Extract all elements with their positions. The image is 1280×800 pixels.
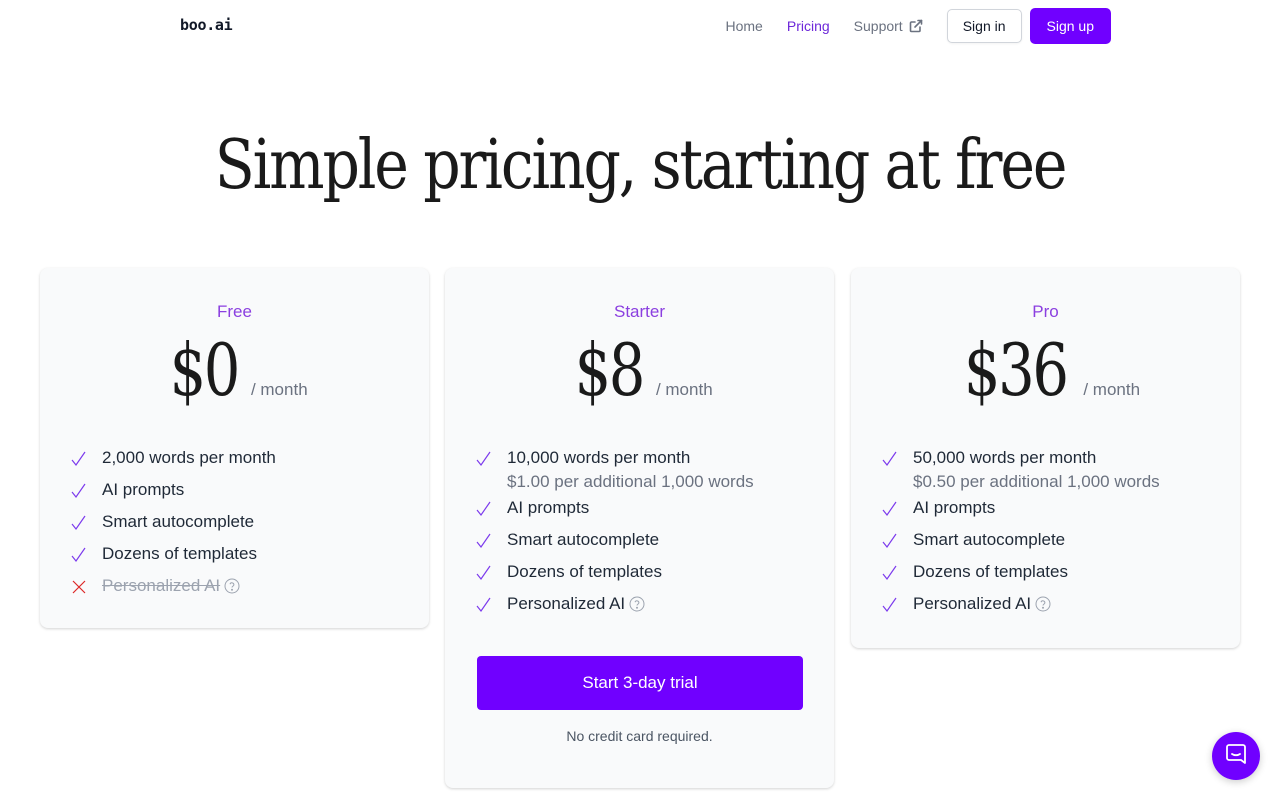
feature-label: Smart autocomplete: [913, 530, 1066, 549]
feature-item: AI prompts: [882, 498, 1160, 530]
external-link-icon: [909, 19, 923, 33]
top-nav: boo.ai Home Pricing Support Sign in Sign…: [0, 0, 1280, 52]
sign-in-button[interactable]: Sign in: [946, 9, 1022, 43]
plan-name: Pro: [1032, 302, 1059, 321]
feature-label: Personalized AI: [913, 594, 1032, 613]
plan-price: $8: [574, 328, 646, 412]
logo[interactable]: boo.ai: [180, 16, 233, 34]
cross-icon: [72, 580, 86, 594]
check-icon: [882, 597, 897, 613]
chat-launcher-button[interactable]: [1212, 732, 1260, 780]
start-trial-button[interactable]: Start 3-day trial: [477, 656, 803, 710]
help-icon[interactable]: [629, 596, 645, 612]
feature-item: Dozens of templates: [882, 562, 1160, 594]
feature-sublabel: $1.00 per additional 1,000 words: [507, 472, 754, 491]
check-icon: [882, 533, 897, 549]
feature-label: AI prompts: [102, 480, 185, 499]
feature-label: AI prompts: [913, 498, 996, 517]
check-icon: [476, 501, 491, 517]
plan-name: Starter: [613, 302, 666, 321]
check-icon: [71, 515, 86, 531]
check-icon: [476, 533, 491, 549]
feature-item: Dozens of templates: [476, 562, 754, 594]
help-icon[interactable]: [1035, 596, 1051, 612]
check-icon: [71, 451, 86, 467]
price-period: / month: [655, 380, 713, 399]
sign-up-button[interactable]: Sign up: [1029, 8, 1111, 44]
check-icon: [476, 597, 491, 613]
plan-price: $36: [963, 328, 1069, 412]
plan-card-free: Free $0 / month 2,000 words per month AI…: [40, 268, 429, 628]
feature-item: Personalized AI: [476, 594, 754, 626]
price-period: / month: [250, 380, 308, 399]
feature-item: Smart autocomplete: [71, 512, 276, 544]
nav-link-support-label: Support: [853, 18, 903, 34]
check-icon: [71, 483, 86, 499]
price-row: $0 / month: [40, 328, 429, 412]
check-icon: [882, 451, 897, 467]
feature-label: 50,000 words per month: [913, 448, 1097, 467]
feature-item: Smart autocomplete: [882, 530, 1160, 562]
help-icon[interactable]: [224, 578, 240, 594]
price-period: / month: [1083, 380, 1141, 399]
plan-name: Free: [217, 302, 252, 321]
check-icon: [882, 501, 897, 517]
feature-item: Smart autocomplete: [476, 530, 754, 562]
feature-item: AI prompts: [71, 480, 276, 512]
plan-card-starter: Starter $8 / month 10,000 words per mont…: [445, 268, 834, 788]
nav-link-support[interactable]: Support: [854, 18, 923, 34]
feature-item: AI prompts: [476, 498, 754, 530]
nav-links: Home Pricing Support Sign in Sign up: [726, 8, 1111, 44]
feature-list: 50,000 words per month $0.50 per additio…: [882, 448, 1160, 626]
feature-item-disabled: Personalized AI: [71, 576, 276, 608]
feature-list: 10,000 words per month $1.00 per additio…: [476, 448, 754, 626]
feature-label: Dozens of templates: [507, 562, 662, 581]
feature-item: 50,000 words per month $0.50 per additio…: [882, 448, 1160, 498]
feature-label: AI prompts: [507, 498, 590, 517]
nav-link-pricing[interactable]: Pricing: [787, 18, 830, 34]
chat-icon: [1224, 742, 1248, 771]
feature-label: 10,000 words per month: [507, 448, 691, 467]
plan-price: $0: [169, 328, 241, 412]
feature-sublabel: $0.50 per additional 1,000 words: [913, 472, 1160, 491]
feature-label: Smart autocomplete: [507, 530, 660, 549]
nav-link-home[interactable]: Home: [726, 18, 763, 34]
feature-label: Dozens of templates: [913, 562, 1068, 581]
page-title: Simple pricing, starting at free: [214, 126, 1068, 205]
cta-note: No credit card required.: [566, 728, 713, 744]
price-row: $36 / month: [851, 328, 1240, 412]
feature-label: Personalized AI: [102, 576, 221, 595]
feature-item: 2,000 words per month: [71, 448, 276, 480]
check-icon: [882, 565, 897, 581]
plan-card-pro: Pro $36 / month 50,000 words per month $…: [851, 268, 1240, 648]
feature-label: 2,000 words per month: [102, 448, 276, 467]
feature-list: 2,000 words per month AI prompts Smart a…: [71, 448, 276, 608]
feature-item: Personalized AI: [882, 594, 1160, 626]
check-icon: [476, 565, 491, 581]
feature-item: 10,000 words per month $1.00 per additio…: [476, 448, 754, 498]
check-icon: [71, 547, 86, 563]
feature-label: Dozens of templates: [102, 544, 257, 563]
check-icon: [476, 451, 491, 467]
feature-label: Personalized AI: [507, 594, 626, 613]
price-row: $8 / month: [445, 328, 834, 412]
feature-item: Dozens of templates: [71, 544, 276, 576]
feature-label: Smart autocomplete: [102, 512, 255, 531]
